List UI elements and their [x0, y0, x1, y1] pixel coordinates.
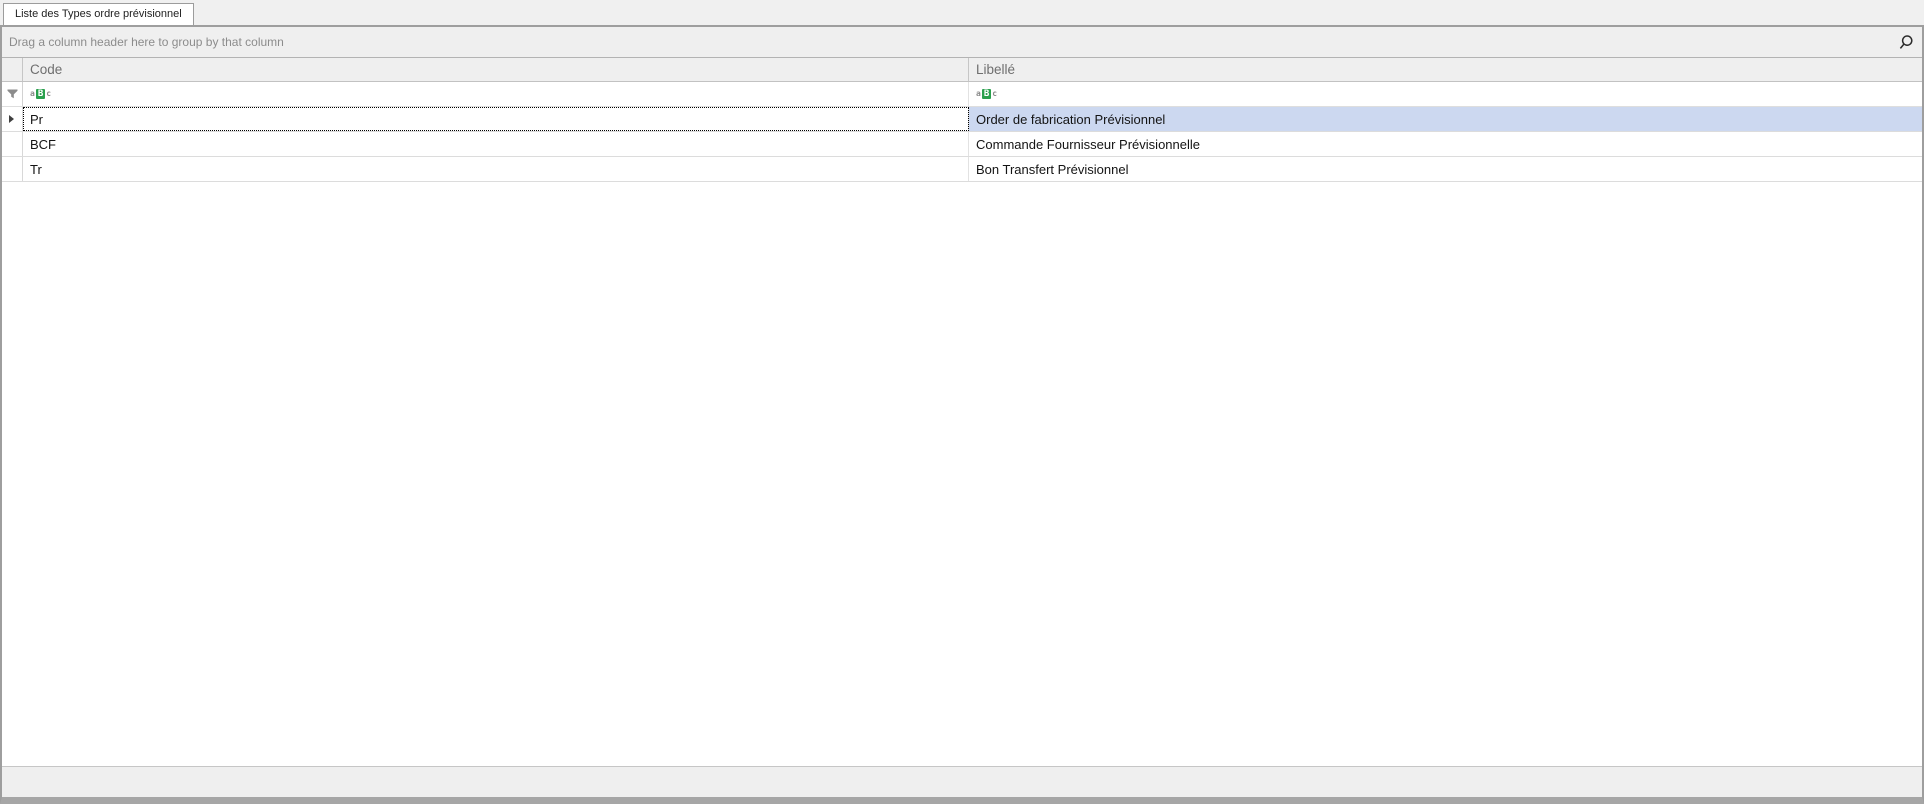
column-header-row: Code Libellé — [2, 58, 1922, 82]
header-indicator-cell — [2, 58, 23, 81]
filter-row-indicator-cell — [2, 82, 23, 106]
group-panel-hint: Drag a column header here to group by th… — [2, 35, 284, 49]
row-indicator-cell[interactable] — [2, 132, 23, 156]
cell-code[interactable]: Tr — [23, 157, 969, 181]
magnifier-icon — [1897, 34, 1914, 51]
grid-window: Drag a column header here to group by th… — [0, 25, 1924, 804]
cell-code[interactable]: Pr — [23, 107, 969, 131]
table-row[interactable]: BCF Commande Fournisseur Prévisionnelle — [2, 132, 1922, 157]
column-header-libelle[interactable]: Libellé — [969, 58, 1922, 81]
row-indicator-cell[interactable] — [2, 107, 23, 131]
row-indicator-cell[interactable] — [2, 157, 23, 181]
text-filter-abc-icon: a B c — [976, 89, 997, 99]
filter-cell-libelle[interactable]: a B c — [969, 82, 1922, 106]
auto-filter-row: a B c a B c — [2, 82, 1922, 107]
cell-libelle[interactable]: Bon Transfert Prévisionnel — [969, 157, 1922, 181]
status-bar — [2, 766, 1922, 797]
table-row[interactable]: Tr Bon Transfert Prévisionnel — [2, 157, 1922, 182]
cell-libelle[interactable]: Commande Fournisseur Prévisionnelle — [969, 132, 1922, 156]
text-filter-abc-icon: a B c — [30, 89, 51, 99]
grid-empty-area — [2, 182, 1922, 766]
cell-libelle[interactable]: Order de fabrication Prévisionnel — [969, 107, 1922, 131]
column-header-code[interactable]: Code — [23, 58, 969, 81]
filter-cell-code[interactable]: a B c — [23, 82, 969, 106]
tab-liste-des-types[interactable]: Liste des Types ordre prévisionnel — [3, 3, 194, 25]
search-button[interactable] — [1895, 32, 1915, 52]
focused-row-arrow-icon — [9, 115, 14, 123]
group-by-panel[interactable]: Drag a column header here to group by th… — [2, 27, 1922, 58]
filter-funnel-icon — [7, 89, 18, 99]
table-row[interactable]: Pr Order de fabrication Prévisionnel — [2, 107, 1922, 132]
cell-code[interactable]: BCF — [23, 132, 969, 156]
tab-strip: Liste des Types ordre prévisionnel — [0, 0, 1924, 25]
